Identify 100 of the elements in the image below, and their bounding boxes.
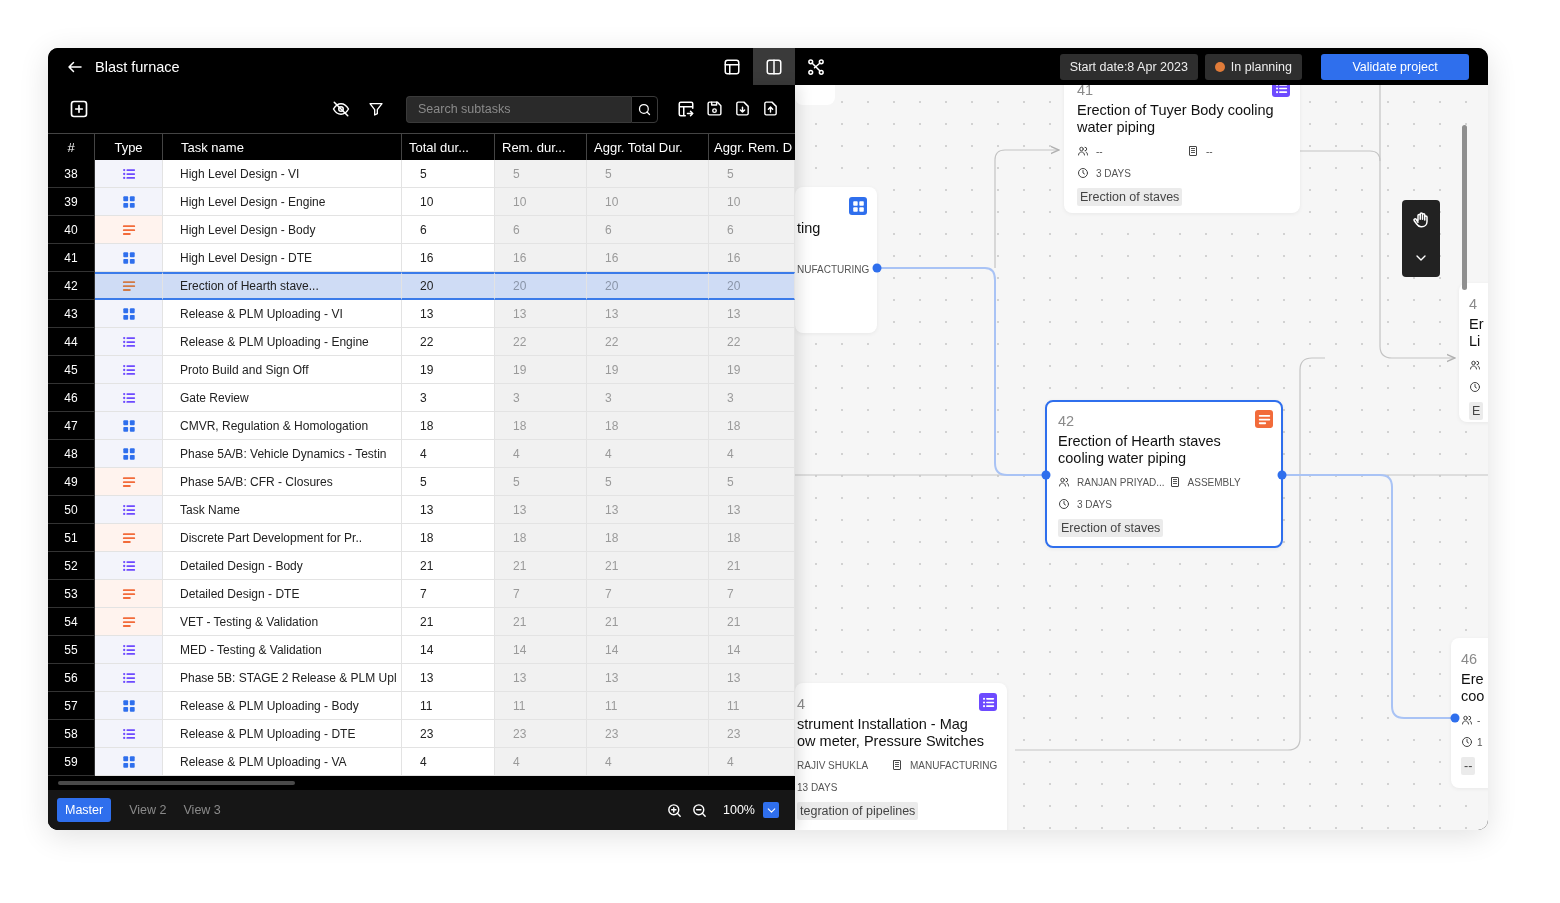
view-mode-button[interactable] [753,48,795,85]
card-tag: -- [1461,757,1476,775]
card-number: 42 [1058,413,1075,429]
lines-icon [121,586,136,601]
grid-icon [121,250,136,265]
table-cell: 3 [587,384,709,412]
table-cell: 22 [587,328,709,356]
save-icon [706,100,723,117]
view-tab[interactable]: View 2 [121,798,175,822]
view-tab[interactable]: Master [57,798,112,822]
table-row[interactable]: 39 High Level Design - Engine 10 10 10 10 [48,188,795,216]
row-number: 51 [48,524,95,552]
table-cell: 20 [587,272,709,300]
bulleted-list-icon [121,670,136,685]
table-row[interactable]: 48 Phase 5A/B: Vehicle Dynamics - Testin 4 4 4 4 [48,440,795,468]
assignee: -- [1096,145,1103,157]
pan-tool-button[interactable] [1412,210,1430,229]
table-cell: 16 [709,244,795,272]
row-number: 59 [48,748,95,776]
table-row[interactable]: 57 Release & PLM Uploading - Body 11 11 11 11 [48,692,795,720]
export-button[interactable] [677,100,695,118]
table-cell: 13 [709,300,795,328]
node-card[interactable]: 41 Erection of Tuyer Body cooling water piping -- -- 3 DAYS Erection of staves [1064,85,1300,213]
table-cell: 13 [587,496,709,524]
row-number: 48 [48,440,95,468]
table-row[interactable]: 53 Detailed Design - DTE 7 7 7 7 [48,580,795,608]
filter-button[interactable] [368,101,384,117]
zoom-out-icon [691,801,708,819]
bulleted-list-icon [121,362,136,377]
table-row[interactable]: 51 Discrete Part Development for Pr.. 18 18 18 18 [48,524,795,552]
card-title: Erection of Hearth staves cooling water piping [1058,433,1222,467]
upload-button[interactable] [762,100,779,118]
row-number: 44 [48,328,95,356]
row-number: 53 [48,580,95,608]
table-row[interactable]: 55 MED - Testing & Validation 14 14 14 14 [48,636,795,664]
search-field[interactable]: Search subtasks [406,95,631,123]
scrollbar[interactable] [1462,125,1467,290]
table-cell: 13 [709,664,795,692]
table-row[interactable]: 40 High Level Design - Body 6 6 6 6 [48,216,795,244]
table-row[interactable]: 52 Detailed Design - Body 21 21 21 21 [48,552,795,580]
table-cell: 21 [587,608,709,636]
zoom-out-button[interactable] [691,801,708,819]
add-button[interactable] [69,99,89,119]
table-row[interactable]: 58 Release & PLM Uploading - DTE 23 23 23 23 [48,720,795,748]
table-row[interactable]: 46 Gate Review 3 3 3 3 [48,384,795,412]
node-card[interactable]: 4 Er Li E [1459,283,1488,422]
table-row[interactable]: 43 Release & PLM Uploading - VI 13 13 13 13 [48,300,795,328]
zoom-dropdown[interactable] [763,802,779,818]
table-cell: 4 [709,748,795,776]
node-card[interactable]: 4 strument Installation - Mag ow meter, Pressure Switches RAJIV SHUKLA MANUFACTURING 13 DAYS tegration of pipelines [795,683,1007,830]
people-icon [1469,359,1481,371]
view-tab[interactable]: View 3 [175,798,229,822]
download-button[interactable] [734,100,751,118]
connector-handle[interactable] [872,263,882,273]
connector-handle[interactable] [1041,470,1051,480]
status-chip[interactable]: In planning [1204,53,1302,80]
table-cell: 13 [587,664,709,692]
table-row[interactable]: 50 Task Name 13 13 13 13 [48,496,795,524]
lines-icon [121,222,136,237]
table-cell: 21 [709,608,795,636]
table-cell: 16 [587,244,709,272]
table-row[interactable]: 41 High Level Design - DTE 16 16 16 16 [48,244,795,272]
row-number: 42 [48,272,95,300]
table-row[interactable]: 44 Release & PLM Uploading - Engine 22 22 22 22 [48,328,795,356]
node-card[interactable]: 46 Ere coo - 1 -- [1451,638,1488,788]
table-row[interactable]: 49 Phase 5A/B: CFR - Closures 5 5 5 5 [48,468,795,496]
save-button[interactable] [706,100,723,118]
hand-icon [1412,210,1430,229]
table-row[interactable]: 38 High Level Design - VI 5 5 5 5 [48,160,795,188]
split-view-icon [765,57,783,76]
hide-button[interactable] [332,100,350,118]
card-number: 41 [1077,85,1094,98]
table-cell: 18 [709,412,795,440]
table-row[interactable]: 56 Phase 5B: STAGE 2 Release & PLM Upl 13 13 13 13 [48,664,795,692]
table-cell: Release & PLM Uploading - VA [163,748,402,776]
table-cell: 3 [495,384,587,412]
node-card[interactable]: ting NUFACTURING [795,187,877,333]
connector-handle[interactable] [1277,470,1287,480]
table-row[interactable]: 45 Proto Build and Sign Off 19 19 19 19 [48,356,795,384]
zoom-in-button[interactable] [666,801,683,819]
search-button[interactable] [631,95,658,123]
row-number: 38 [48,160,95,188]
table-cell: 23 [709,720,795,748]
table-cell: 10 [709,188,795,216]
row-number: 43 [48,300,95,328]
card-number: 4 [797,696,806,712]
column-header[interactable]: Aggr. Rem. D [709,134,795,160]
table-cell: 16 [495,244,587,272]
card-number: 46 [1461,651,1478,667]
table-cell: 10 [495,188,587,216]
table-row[interactable]: 47 CMVR, Regulation & Homologation 18 18 18 18 [48,412,795,440]
duration: 3 DAYS [1077,498,1112,510]
node-card[interactable]: 42 Erection of Hearth staves cooling water piping RANJAN PRIYAD... ASSEMBLY 3 DAYS Erection of staves [1045,400,1283,548]
scrollbar[interactable] [58,781,295,785]
table-cell: 18 [495,524,587,552]
table-row[interactable]: 59 Release & PLM Uploading - VA 4 4 4 4 [48,748,795,776]
validate-project-button[interactable]: Validate project [1321,53,1469,80]
table-row[interactable]: 42 Erection of Hearth stave... 20 20 20 20 [48,272,795,300]
table-row[interactable]: 54 VET - Testing & Validation 21 21 21 21 [48,608,795,636]
connector-handle[interactable] [1450,713,1460,723]
